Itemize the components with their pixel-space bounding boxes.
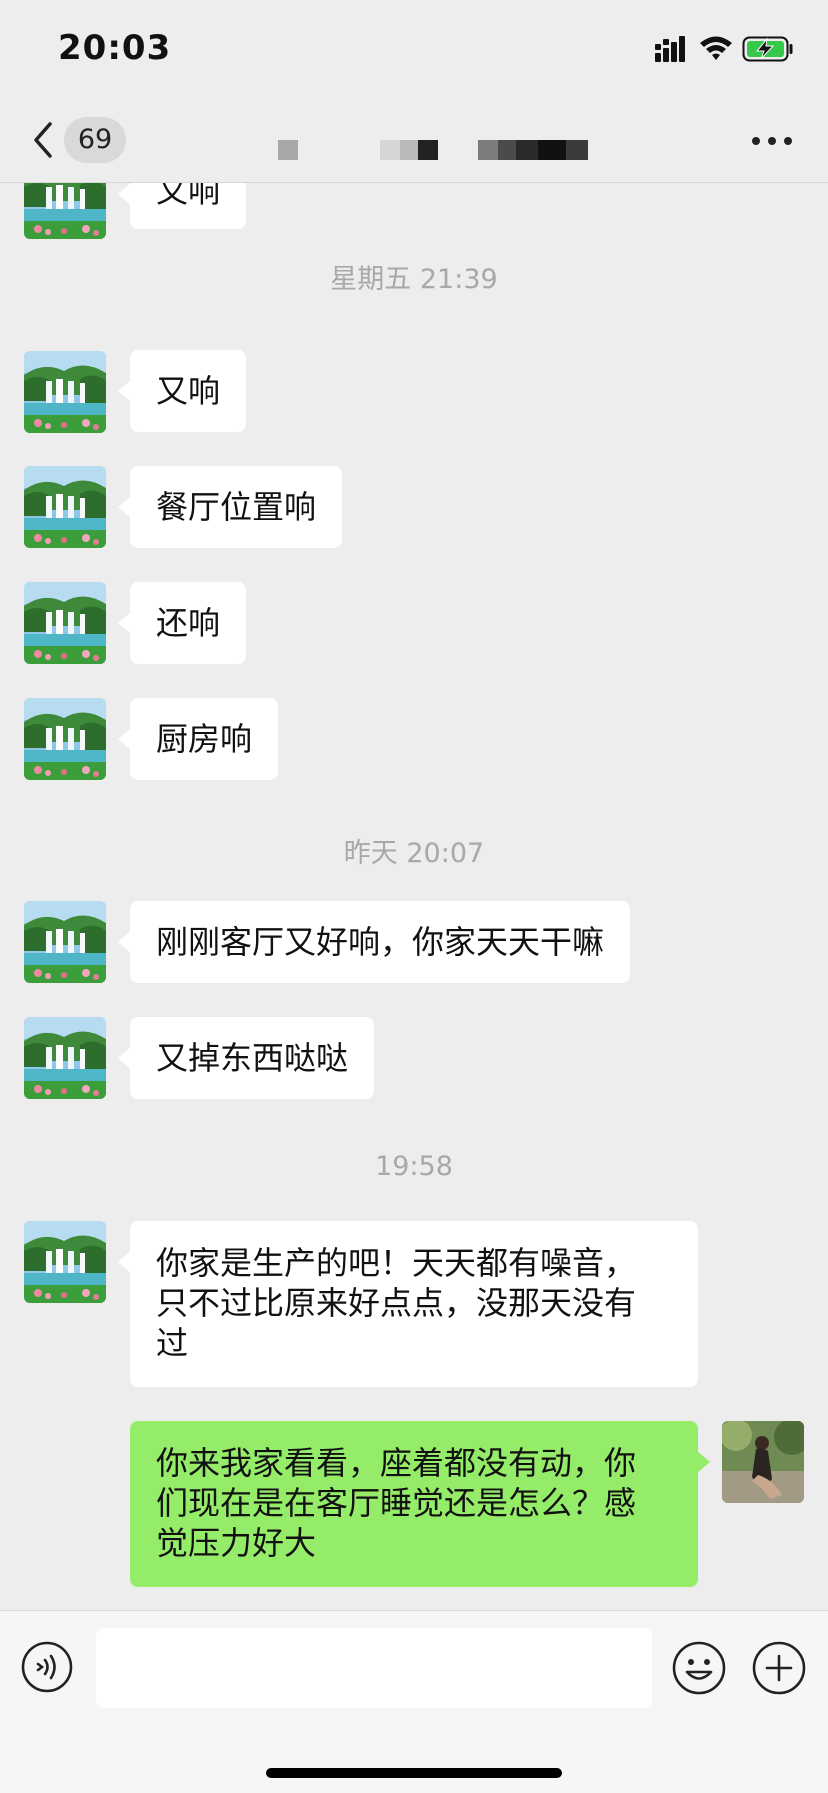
contact-avatar[interactable] bbox=[24, 183, 106, 239]
back-chevron-icon[interactable] bbox=[28, 118, 58, 162]
contact-avatar[interactable] bbox=[24, 1221, 106, 1303]
message-bubble[interactable]: 餐厅位置响 bbox=[117, 466, 343, 548]
contact-avatar[interactable] bbox=[24, 351, 106, 433]
home-indicator[interactable] bbox=[266, 1768, 562, 1778]
timestamp: 19:58 bbox=[375, 1151, 453, 1182]
plus-icon[interactable] bbox=[752, 1641, 806, 1695]
voice-icon[interactable] bbox=[21, 1641, 73, 1693]
message-bubble[interactable]: 又掉东西哒哒 bbox=[117, 1017, 375, 1099]
unread-count-badge[interactable]: 69 bbox=[64, 117, 126, 163]
message-bubble[interactable]: 又响 bbox=[117, 350, 247, 432]
message-bubble[interactable]: 又响 bbox=[117, 183, 247, 229]
wifi-icon bbox=[700, 36, 732, 60]
more-options-icon[interactable] bbox=[750, 132, 794, 150]
battery-charging-icon bbox=[742, 36, 793, 62]
message-list[interactable]: 又响 星期五 21:39 又响 餐厅位置响 还响 厨房响 昨天 20:07 刚刚… bbox=[0, 183, 828, 1610]
contact-avatar[interactable] bbox=[24, 582, 106, 664]
contact-avatar[interactable] bbox=[24, 466, 106, 548]
chat-header: 69 bbox=[0, 100, 828, 183]
status-bar: 20:03 bbox=[0, 0, 828, 100]
chat-title-pixelated bbox=[278, 140, 588, 160]
timestamp: 昨天 20:07 bbox=[343, 838, 485, 869]
contact-avatar[interactable] bbox=[24, 1017, 106, 1099]
contact-avatar[interactable] bbox=[24, 901, 106, 983]
contact-avatar[interactable] bbox=[24, 698, 106, 780]
cellular-signal-icon bbox=[655, 36, 685, 62]
message-bubble[interactable]: 刚刚客厅又好响，你家天天干嘛 bbox=[117, 901, 631, 983]
input-bar bbox=[0, 1610, 828, 1793]
emoji-icon[interactable] bbox=[672, 1641, 726, 1695]
my-message-bubble[interactable]: 你来我家看看，座着都没有动，你 们现在是在客厅睡觉还是怎么？感 觉压力好大 bbox=[130, 1421, 710, 1587]
my-avatar[interactable] bbox=[722, 1421, 804, 1503]
message-input[interactable] bbox=[96, 1628, 652, 1708]
status-time: 20:03 bbox=[58, 28, 172, 68]
timestamp: 星期五 21:39 bbox=[330, 264, 498, 295]
message-bubble[interactable]: 还响 bbox=[117, 582, 247, 664]
message-bubble[interactable]: 你家是生产的吧！天天都有噪音， 只不过比原来好点点，没那天没有 过 bbox=[118, 1221, 698, 1387]
message-bubble[interactable]: 厨房响 bbox=[117, 698, 279, 780]
